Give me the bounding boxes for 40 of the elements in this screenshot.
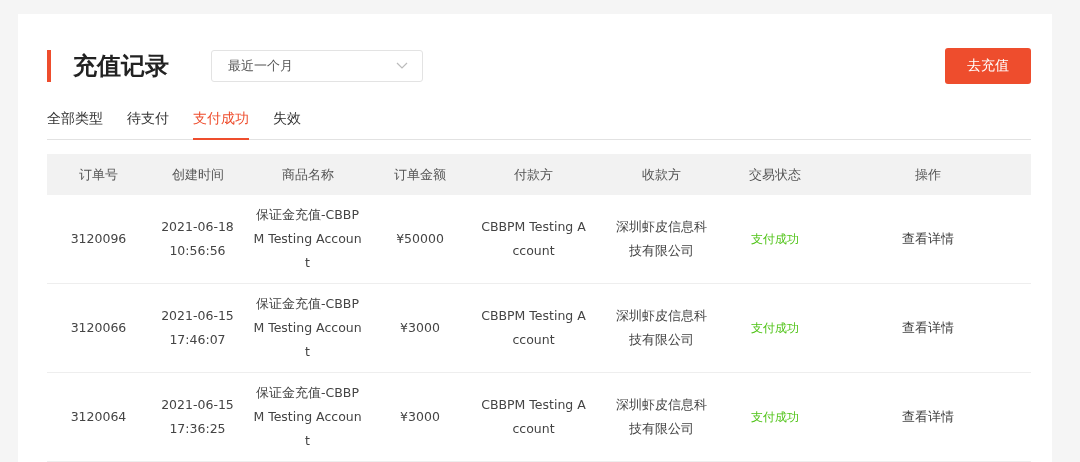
column-header: 收款方: [640, 165, 682, 184]
tab[interactable]: 全部类型: [47, 110, 103, 139]
column-header: 付款方: [513, 165, 554, 184]
view-details-link[interactable]: 查看详情: [902, 405, 954, 429]
table-cell-text: CBBPM Testing Account: [481, 396, 586, 438]
chevron-down-icon: [396, 62, 408, 70]
table-cell-text: CBBPM Testing Account: [481, 307, 586, 349]
tab[interactable]: 支付成功: [193, 110, 249, 140]
table-cell-text: 2021-06-15 17:46:07: [160, 307, 235, 349]
table-cell-text: ¥3000: [400, 408, 440, 426]
table-cell-text: 2021-06-18 10:56:56: [160, 218, 235, 260]
table-cell-text: 3120066: [70, 319, 127, 337]
tab[interactable]: 待支付: [127, 110, 169, 139]
tab[interactable]: 失效: [273, 110, 301, 139]
column-header: 创建时间: [170, 165, 225, 184]
view-details-link[interactable]: 查看详情: [902, 227, 954, 251]
table-cell-text: 保证金充值-CBBPM Testing Account: [253, 384, 362, 450]
page-title: 充值记录: [73, 51, 169, 82]
period-select[interactable]: 最近一个月: [211, 50, 423, 82]
column-header: 商品名称: [280, 165, 335, 184]
column-header: 操作: [914, 165, 942, 184]
table-cell-text: 保证金充值-CBBPM Testing Account: [253, 206, 362, 272]
table-cell-text: ¥50000: [396, 230, 444, 248]
column-header: 订单金额: [393, 165, 447, 184]
recharge-button[interactable]: 去充值: [945, 48, 1031, 84]
column-header: 订单号: [78, 165, 119, 184]
table-cell-text: 保证金充值-CBBPM Testing Account: [253, 295, 362, 361]
table-cell-text: CBBPM Testing Account: [481, 218, 586, 260]
view-details-link[interactable]: 查看详情: [902, 316, 954, 340]
table-cell-text: ¥3000: [400, 319, 440, 337]
table-cell-text: 深圳虾皮信息科技有限公司: [614, 396, 708, 438]
table-cell-text: 2021-06-15 17:36:25: [160, 396, 235, 438]
table-cell-text: 3120064: [70, 408, 127, 426]
table-cell-text: 深圳虾皮信息科技有限公司: [614, 307, 708, 349]
column-header: 交易状态: [748, 165, 802, 184]
table-cell-text: 3120096: [70, 230, 127, 248]
status-text: 支付成功: [751, 320, 799, 337]
status-text: 支付成功: [751, 231, 799, 248]
table-cell-text: 深圳虾皮信息科技有限公司: [614, 218, 708, 260]
status-text: 支付成功: [751, 409, 799, 426]
